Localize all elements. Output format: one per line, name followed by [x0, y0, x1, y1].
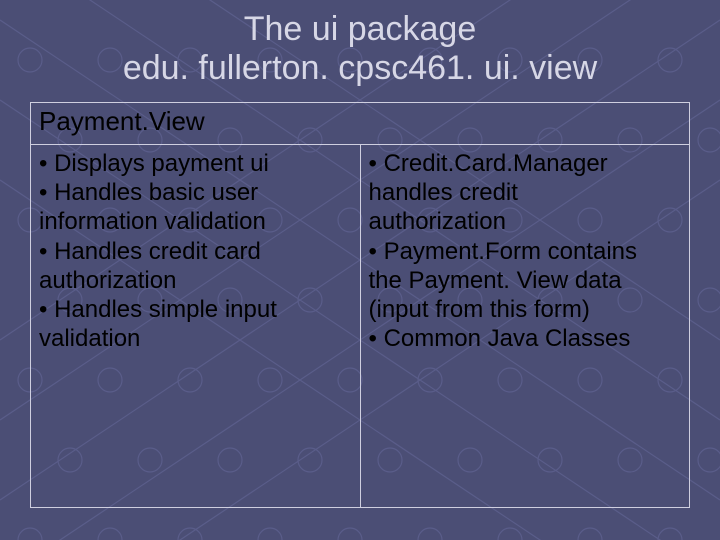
right-column-text: • Credit.Card.Manager handles credit aut…	[369, 149, 682, 354]
left-line: authorization	[39, 266, 352, 295]
right-line: • Payment.Form contains	[369, 237, 682, 266]
right-column-cell: • Credit.Card.Manager handles credit aut…	[360, 144, 690, 507]
class-table: Payment.View • Displays payment ui • Han…	[30, 102, 690, 508]
right-line: the Payment. View data	[369, 266, 682, 295]
left-column-cell: • Displays payment ui • Handles basic us…	[31, 144, 361, 507]
right-line: • Credit.Card.Manager	[369, 149, 682, 178]
slide-content: The ui package edu. fullerton. cpsc461. …	[0, 0, 720, 508]
right-line: authorization	[369, 207, 682, 236]
left-line: • Handles basic user	[39, 178, 352, 207]
class-header-cell: Payment.View	[31, 103, 690, 145]
right-line: handles credit	[369, 178, 682, 207]
title-line-1: The ui package	[244, 10, 477, 48]
left-line: • Displays payment ui	[39, 149, 352, 178]
slide-title: The ui package edu. fullerton. cpsc461. …	[30, 10, 690, 88]
right-line: (input from this form)	[369, 295, 682, 324]
left-column-text: • Displays payment ui • Handles basic us…	[39, 149, 352, 354]
right-line: • Common Java Classes	[369, 324, 682, 353]
left-line: information validation	[39, 207, 352, 236]
title-line-2: edu. fullerton. cpsc461. ui. view	[123, 49, 597, 87]
left-line: validation	[39, 324, 352, 353]
left-line: • Handles simple input	[39, 295, 352, 324]
class-name: Payment.View	[39, 106, 205, 136]
left-line: • Handles credit card	[39, 237, 352, 266]
slide: The ui package edu. fullerton. cpsc461. …	[0, 0, 720, 540]
